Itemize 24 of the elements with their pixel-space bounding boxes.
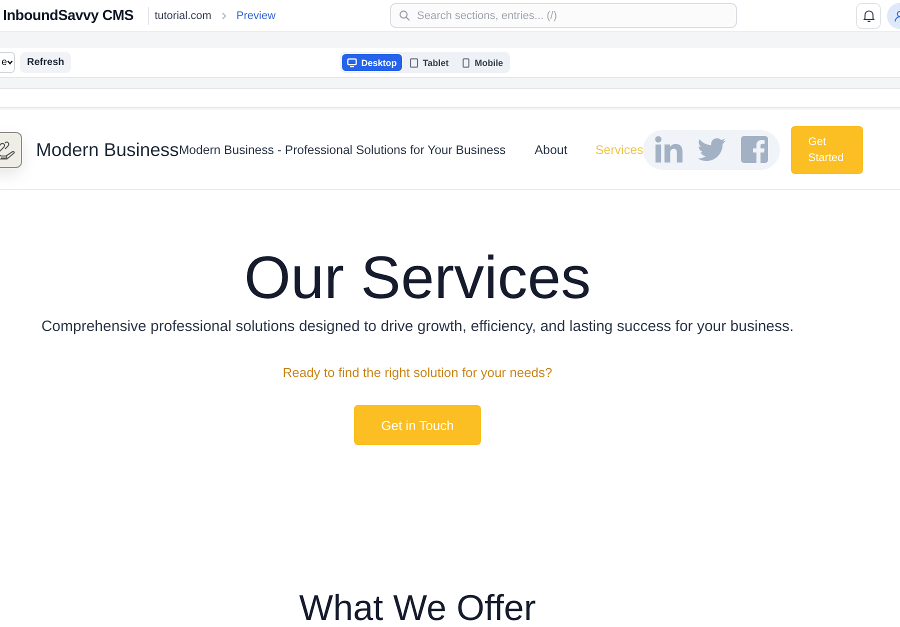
- dropdown[interactable]: e: [0, 52, 15, 73]
- device-tab[interactable]: Tablet: [404, 54, 454, 71]
- search-field[interactable]: Search sections, entries... (/): [390, 3, 737, 28]
- desktop-icon: [347, 58, 358, 68]
- device-tab[interactable]: Mobile: [456, 54, 508, 71]
- device-tab[interactable]: Desktop: [342, 54, 402, 71]
- section-title: What We Offer: [299, 589, 536, 627]
- chevron-icon: [221, 12, 228, 20]
- tablet-icon: [408, 58, 419, 68]
- mobile-icon: [460, 58, 471, 68]
- nav-link[interactable]: About: [534, 142, 568, 156]
- site-tagline: Modern Business - Professional Solutions for Your Business: [178, 142, 506, 156]
- hero-subtitle: Comprehensive professional solutions designed to drive growth, efficiency, and lasting success for your business.: [41, 317, 794, 337]
- breadcrumb-site[interactable]: tutorial.com: [154, 10, 212, 22]
- site-brand[interactable]: Modern Business: [36, 138, 179, 160]
- search-icon: [399, 10, 410, 21]
- app-logo[interactable]: InboundSavvy CMS: [3, 8, 134, 24]
- hero-title: Our Services: [244, 243, 591, 313]
- notifications-button[interactable]: [856, 2, 881, 28]
- breadcrumb-current[interactable]: Preview: [236, 10, 276, 22]
- hero-prompt: Ready to find the right solution for your needs?: [282, 364, 552, 382]
- refresh-button[interactable]: Refresh: [20, 52, 72, 73]
- caret-icon: [7, 60, 13, 65]
- bell-icon: [862, 9, 874, 22]
